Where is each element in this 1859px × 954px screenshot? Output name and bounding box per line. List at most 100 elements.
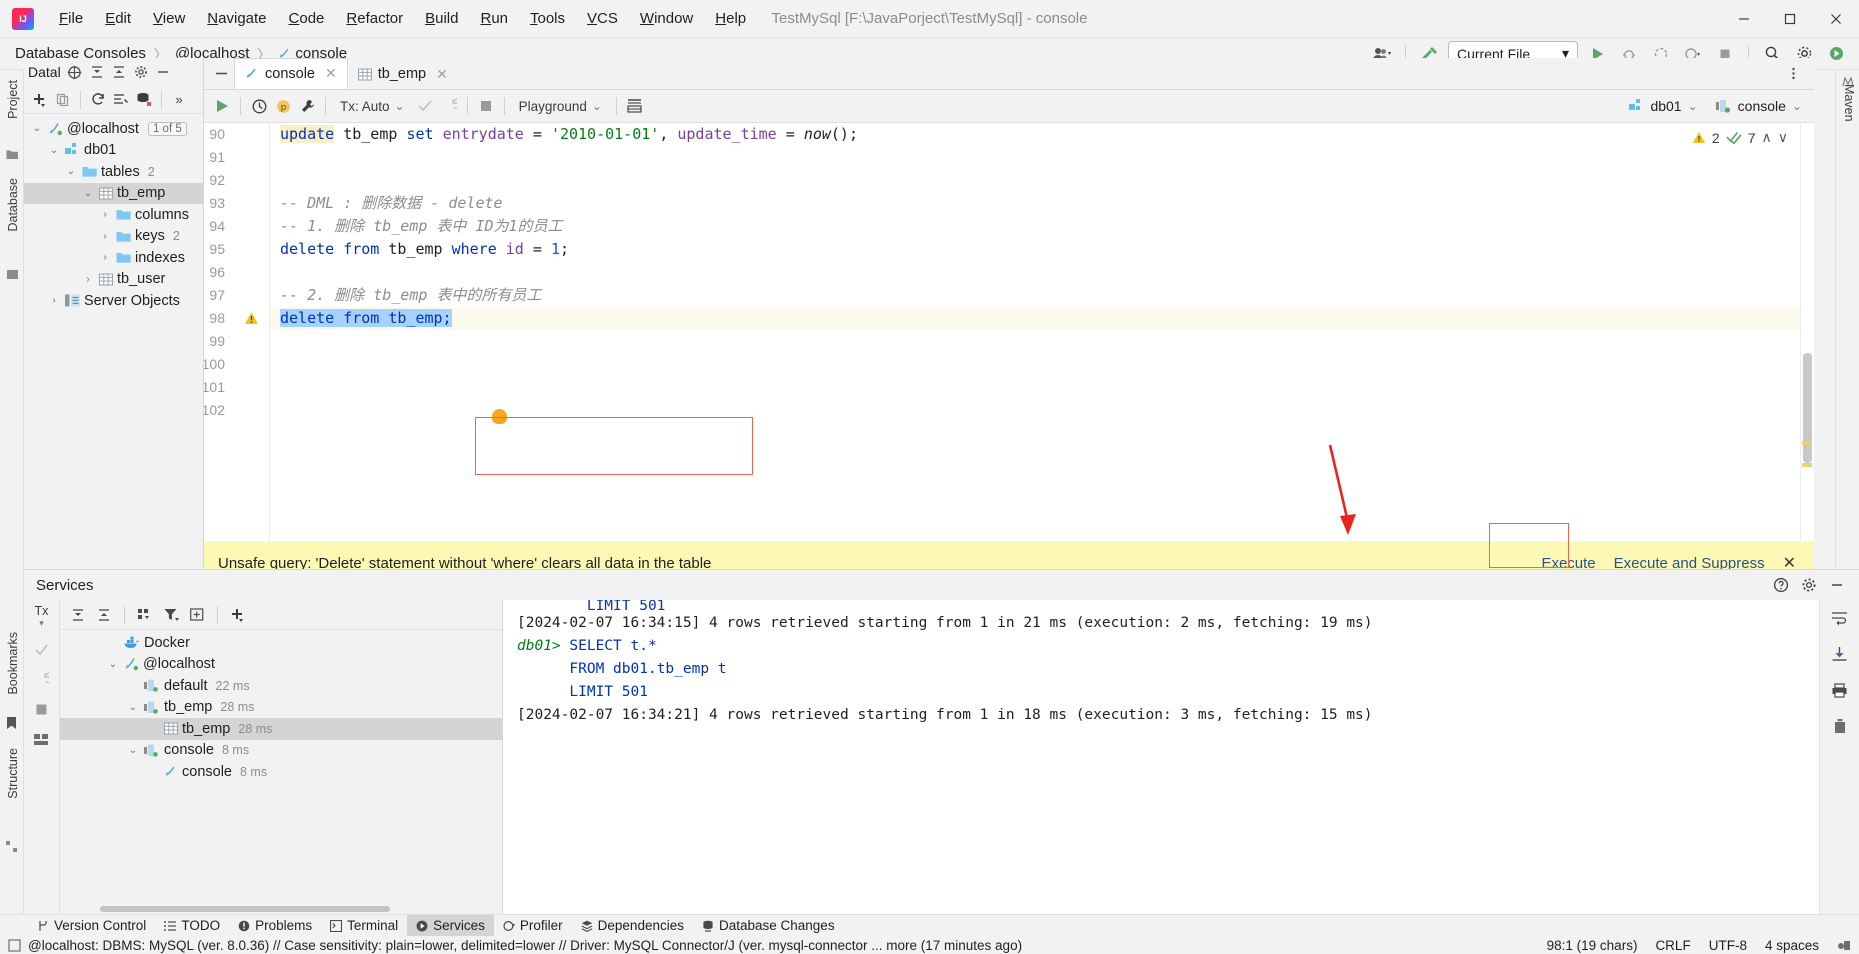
tool-window-button-version-control[interactable]: Version Control [28, 915, 155, 937]
services-collapse-all-icon[interactable] [94, 605, 114, 625]
console-settings-wrench-icon[interactable] [297, 96, 317, 116]
tool-window-button-dependencies[interactable]: Dependencies [572, 915, 693, 937]
gutter-row[interactable]: 97 [204, 284, 269, 307]
close-tab-icon[interactable]: ✕ [325, 65, 337, 82]
tree-expander[interactable]: › [81, 274, 95, 285]
refresh-icon[interactable] [88, 90, 108, 110]
intention-bulb-icon[interactable] [492, 409, 507, 424]
services-help-icon[interactable] [1771, 575, 1791, 595]
gutter-row[interactable]: 101 [204, 376, 269, 399]
menu-item-file[interactable]: File [48, 6, 94, 31]
gutter-row[interactable]: 99 [204, 330, 269, 353]
db-tree-node-tb_emp[interactable]: ⌄ tb_emp [24, 182, 203, 204]
new-icon[interactable] [30, 90, 50, 110]
tool-window-button-services[interactable]: Services [407, 914, 494, 937]
tree-expander[interactable]: ⌄ [30, 123, 44, 134]
data-source-properties-icon[interactable] [111, 90, 131, 110]
services-add-tab-icon[interactable] [187, 605, 207, 625]
editor-gutter[interactable]: 90 91 92 93 94 95 96 97 98 99 100 101 102 [204, 123, 270, 566]
gutter-row[interactable]: 90 [204, 123, 269, 146]
menu-item-edit[interactable]: Edit [94, 6, 142, 31]
db-tree-node-columns[interactable]: › columns [24, 204, 203, 226]
code-line-101[interactable] [270, 376, 1814, 399]
parameters-icon[interactable]: p [273, 96, 293, 116]
code-line-96[interactable] [270, 261, 1814, 284]
code-line-90[interactable]: update tb_emp set entrydate = '2010-01-0… [270, 123, 1814, 146]
services-tx-button[interactable]: Tx ▾ [35, 604, 49, 629]
caret-position[interactable]: 98:1 (19 chars) [1547, 938, 1638, 953]
tool-window-button-todo[interactable]: TODO [155, 915, 229, 937]
code-line-98[interactable]: delete from tb_emp; [270, 307, 1814, 330]
gutter-row[interactable]: 95 [204, 238, 269, 261]
db-tree-node-indexes[interactable]: › indexes [24, 247, 203, 269]
soft-wrap-icon[interactable] [1830, 608, 1850, 628]
services-node-tb_emp[interactable]: ⌄ tb_emp 28 ms [60, 697, 502, 719]
code-lines[interactable]: update tb_emp set entrydate = '2010-01-0… [270, 123, 1814, 566]
tree-expander[interactable]: ⌄ [106, 659, 120, 670]
tool-window-button-terminal[interactable]: Terminal [321, 915, 407, 937]
collapse-all-icon[interactable] [109, 62, 129, 82]
gutter-row[interactable]: 100 [204, 353, 269, 376]
execute-statement-button[interactable] [212, 96, 232, 116]
expand-all-icon[interactable] [87, 62, 107, 82]
tool-window-structure[interactable]: Structure [2, 742, 24, 805]
gutter-row[interactable]: 91 [204, 146, 269, 169]
db-tree-node-localhost[interactable]: ⌄ @localhost 1 of 5 [24, 118, 203, 140]
menu-item-view[interactable]: View [142, 6, 196, 31]
gutter-row[interactable]: 98 [204, 307, 269, 330]
copy-icon[interactable] [53, 90, 73, 110]
services-rollback-icon[interactable] [32, 669, 52, 689]
close-button[interactable] [1813, 0, 1859, 38]
tree-expander[interactable]: › [47, 295, 61, 306]
query-history-clock-icon[interactable] [249, 96, 269, 116]
gutter-row[interactable]: 92 [204, 169, 269, 192]
delete-icon[interactable] [1830, 716, 1850, 736]
next-problem-icon[interactable]: ∨ [1778, 129, 1788, 146]
code-line-92[interactable] [270, 169, 1814, 192]
services-layout-icon[interactable] [32, 729, 52, 749]
menu-item-vcs[interactable]: VCS [576, 6, 629, 31]
tree-expander[interactable]: ⌄ [47, 145, 61, 156]
minimize-button[interactable] [1721, 0, 1767, 38]
close-tab-icon[interactable]: ✕ [436, 66, 448, 83]
gutter-row[interactable]: 94 [204, 215, 269, 238]
tree-expander[interactable]: ⌄ [81, 188, 95, 199]
stop-query-icon[interactable] [476, 96, 496, 116]
playground-selector[interactable]: Playground ⌄ [513, 97, 608, 116]
tool-window-button-problems[interactable]: Problems [229, 915, 321, 937]
main-menu[interactable]: File Edit View Navigate Code Refactor Build Run… [48, 6, 757, 31]
tree-expander[interactable]: › [98, 209, 112, 220]
output-options-icon[interactable] [625, 96, 645, 116]
services-node-docker[interactable]: Docker [60, 632, 502, 654]
code-editor[interactable]: 90 91 92 93 94 95 96 97 98 99 100 101 102 update tb_… [204, 123, 1814, 566]
tree-expander[interactable]: ⌄ [126, 702, 140, 713]
db-tree-node-tables[interactable]: ⌄ tables 2 [24, 161, 203, 183]
transaction-mode-selector[interactable]: Tx: Auto ⌄ [334, 97, 411, 116]
services-tree[interactable]: Docker ⌄ @localhost default 22 ms ⌄ tb_emp 28 m… [60, 630, 502, 783]
scroll-to-end-icon[interactable] [1830, 644, 1850, 664]
marker-warning-2[interactable] [1802, 463, 1812, 467]
database-tree[interactable]: ⌄ @localhost 1 of 5 ⌄ db01 ⌄ tables 2 ⌄ tb_emp › co… [24, 114, 203, 312]
menu-item-run[interactable]: Run [469, 6, 519, 31]
services-group-icon[interactable] [135, 605, 155, 625]
services-node-console[interactable]: ⌄ console 8 ms [60, 740, 502, 762]
session-selector[interactable]: console ⌄ [1712, 96, 1806, 116]
more-options-icon[interactable]: » [169, 90, 189, 110]
scrollbar-thumb[interactable] [1803, 353, 1812, 463]
menu-item-help[interactable]: Help [704, 6, 757, 31]
services-node-default[interactable]: default 22 ms [60, 675, 502, 697]
tree-expander[interactable]: ⌄ [126, 745, 140, 756]
services-node-localhost[interactable]: ⌄ @localhost [60, 654, 502, 676]
editor-tab-options-icon[interactable] [1780, 62, 1806, 86]
indent-setting[interactable]: 4 spaces [1765, 938, 1819, 953]
tree-expander[interactable]: ⌄ [64, 166, 78, 177]
code-line-93[interactable]: -- DML : 删除数据 - delete [270, 192, 1814, 215]
services-node-console[interactable]: console 8 ms [60, 761, 502, 783]
inspection-profile-icon[interactable] [1837, 939, 1851, 952]
db-tree-node-tb_user[interactable]: › tb_user [24, 269, 203, 291]
tree-expander[interactable]: › [98, 231, 112, 242]
db-tree-node-db01[interactable]: ⌄ db01 [24, 140, 203, 162]
console-output[interactable]: LIMIT 501 [2024-02-07 16:34:15] 4 rows re… [503, 600, 1859, 914]
menu-item-refactor[interactable]: Refactor [335, 6, 414, 31]
menu-item-tools[interactable]: Tools [519, 6, 576, 31]
